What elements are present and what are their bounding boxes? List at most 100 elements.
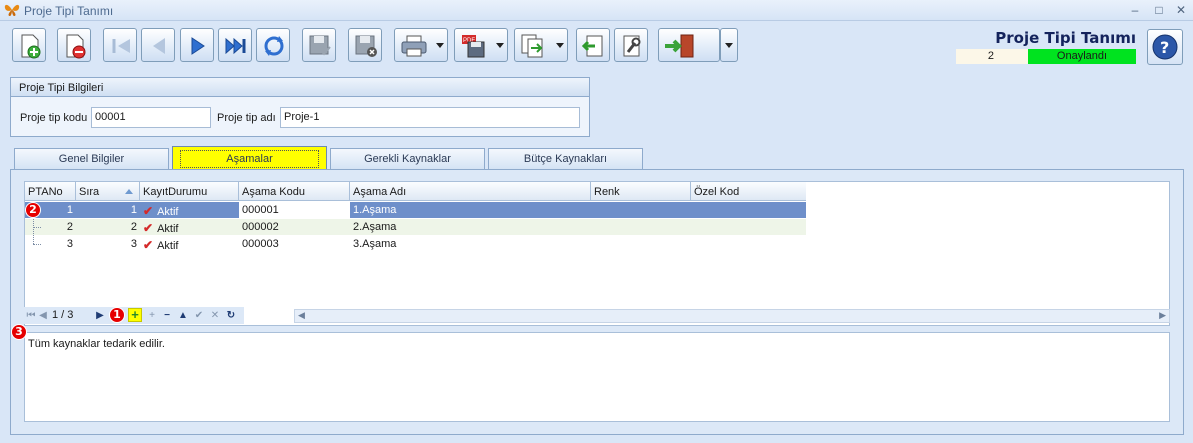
nav-first-button[interactable]: ⏮ <box>26 309 36 322</box>
description-memo[interactable]: Tüm kaynaklar tedarik edilir. <box>24 332 1170 422</box>
prev-icon <box>153 38 165 54</box>
cell-ad: 1.Aşama <box>353 204 397 216</box>
delete-record-button[interactable] <box>57 28 91 62</box>
col-renk[interactable]: Renk <box>591 182 691 201</box>
nav-prev-button[interactable]: ◀ <box>38 309 48 322</box>
last-record-button[interactable] <box>218 28 252 62</box>
last-icon <box>225 37 246 55</box>
tree-connector <box>33 244 41 245</box>
cell-kod: 000002 <box>242 221 279 233</box>
group-title: Proje Tipi Bilgileri <box>11 78 589 97</box>
cell-renk <box>591 236 691 252</box>
project-name-input[interactable]: Proje-1 <box>280 107 580 128</box>
print-button[interactable] <box>394 28 448 62</box>
grid-header: PTANo Sıra KayıtDurumu Aşama Kodu Aşama … <box>25 182 806 201</box>
exit-door-icon <box>665 34 694 58</box>
col-kayit-durumu[interactable]: KayıtDurumu <box>140 182 239 201</box>
nav-add-child-button[interactable]: + <box>146 309 158 322</box>
close-window-button[interactable]: ✕ <box>1172 2 1190 18</box>
nav-position: 1 / 3 <box>52 309 74 321</box>
import-icon <box>581 35 603 57</box>
table-row[interactable]: 1 1 ✔ Aktif 000001 1.Aşama <box>25 202 806 218</box>
cell-durum: ✔ Aktif <box>143 238 179 252</box>
refresh-icon <box>264 36 284 56</box>
tab-strip: Genel Bilgiler Aşamalar Gerekli Kaynakla… <box>10 146 650 171</box>
col-ozel-kod[interactable]: Özel Kod <box>691 182 806 201</box>
cell-durum: ✔ Aktif <box>143 221 179 235</box>
status-badge: Onaylandı <box>1028 49 1136 64</box>
cell-kod: 000001 <box>239 202 350 218</box>
project-code-label: Proje tip kodu <box>20 112 88 124</box>
cell-kod: 000003 <box>242 238 279 250</box>
next-record-button[interactable] <box>180 28 214 62</box>
cell-ozel <box>691 202 806 218</box>
col-sira[interactable]: Sıra <box>76 182 140 201</box>
nav-refresh-button[interactable]: ↻ <box>225 309 237 322</box>
col-asama-kodu[interactable]: Aşama Kodu <box>239 182 350 201</box>
cell-ozel <box>691 236 806 252</box>
table-row[interactable]: 2 2 ✔ Aktif 000002 2.Aşama <box>25 219 806 235</box>
save-check-icon <box>309 35 331 56</box>
cell-renk <box>591 219 691 235</box>
export-icon <box>521 34 543 58</box>
exit-button[interactable] <box>658 28 720 62</box>
save-cancel-button[interactable] <box>348 28 382 62</box>
cell-renk <box>591 202 691 218</box>
save-approve-button[interactable] <box>302 28 336 62</box>
exit-dropdown-button[interactable] <box>720 28 738 62</box>
prev-record-button[interactable] <box>141 28 175 62</box>
minimize-button[interactable]: – <box>1126 2 1144 18</box>
horizontal-scrollbar[interactable]: ◀ ▶ <box>294 309 1170 323</box>
check-icon: ✔ <box>143 238 154 252</box>
cell-sira: 2 <box>130 221 137 233</box>
maximize-button[interactable]: □ <box>1150 2 1168 18</box>
navigator-buttons: ⏮ ◀ 1 / 3 ▶ + + − ▲ ✔ ✕ ↻ <box>24 307 244 324</box>
grid-navigator: ⏮ ◀ 1 / 3 ▶ + + − ▲ ✔ ✕ ↻ ◀ ▶ <box>24 305 1170 326</box>
cell-ozel <box>691 219 806 235</box>
tab-stages[interactable]: Aşamalar <box>172 146 327 171</box>
cell-ad: 2.Aşama <box>353 221 397 233</box>
nav-next-button[interactable]: ▶ <box>95 309 105 322</box>
help-button[interactable]: ? <box>1147 29 1183 65</box>
record-count: 2 <box>956 49 1028 64</box>
nav-remove-button[interactable]: − <box>161 309 173 322</box>
tab-general-info[interactable]: Genel Bilgiler <box>14 148 169 170</box>
marker-badge: 2 <box>25 202 41 218</box>
col-ptano[interactable]: PTANo <box>25 182 76 201</box>
nav-confirm-button[interactable]: ✔ <box>193 309 205 322</box>
nav-up-button[interactable]: ▲ <box>177 309 189 322</box>
cell-durum: ✔ Aktif <box>143 204 179 218</box>
col-asama-adi[interactable]: Aşama Adı <box>350 182 591 201</box>
export-button[interactable] <box>514 28 568 62</box>
page-title: Proje Tipi Tanımı <box>995 29 1136 47</box>
tree-connector <box>33 227 41 228</box>
table-row[interactable]: 3 3 ✔ Aktif 000003 3.Aşama <box>25 236 806 252</box>
tools-button[interactable] <box>614 28 648 62</box>
wrench-icon <box>623 35 641 57</box>
scroll-left-icon[interactable]: ◀ <box>298 310 305 321</box>
pdf-export-button[interactable]: PDF <box>454 28 508 62</box>
nav-cancel-button[interactable]: ✕ <box>209 309 221 322</box>
refresh-button[interactable] <box>256 28 290 62</box>
project-code-input[interactable]: 00001 <box>91 107 211 128</box>
first-record-button[interactable] <box>103 28 137 62</box>
import-button[interactable] <box>576 28 610 62</box>
tab-budget-resources[interactable]: Bütçe Kaynakları <box>488 148 643 170</box>
cell-ad: 3.Aşama <box>353 238 397 250</box>
cell-sira: 1 <box>130 204 137 216</box>
window-titlebar: Proje Tipi Tanımı – □ ✕ <box>0 0 1193 21</box>
project-type-info-group: Proje Tipi Bilgileri Proje tip kodu 0000… <box>10 77 590 137</box>
next-icon <box>191 37 205 55</box>
window-title: Proje Tipi Tanımı <box>24 4 114 18</box>
help-icon: ? <box>1152 34 1178 60</box>
tree-connector <box>33 219 34 244</box>
svg-text:?: ? <box>1160 38 1169 57</box>
new-record-button[interactable] <box>12 28 46 62</box>
marker-badge: 3 <box>11 324 27 340</box>
tab-required-resources[interactable]: Gerekli Kaynaklar <box>330 148 485 170</box>
nav-add-button[interactable]: + <box>128 308 142 322</box>
check-icon: ✔ <box>143 204 154 218</box>
scroll-right-icon[interactable]: ▶ <box>1159 310 1166 321</box>
check-icon: ✔ <box>143 221 154 235</box>
delete-document-icon <box>66 34 86 59</box>
